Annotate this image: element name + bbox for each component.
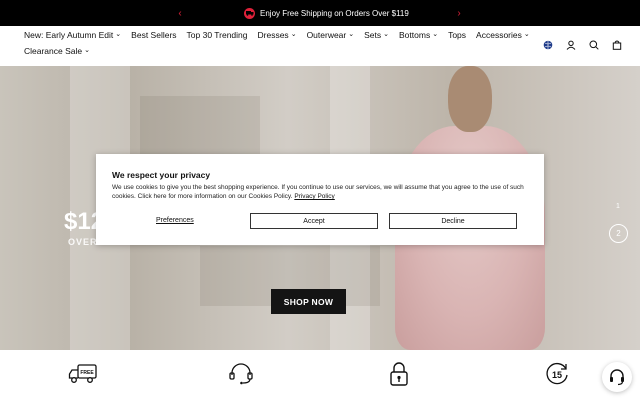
shipping-icon [244, 7, 255, 19]
announcement-message: Enjoy Free Shipping on Orders Over $119 [244, 0, 409, 26]
announcement-text: Enjoy Free Shipping on Orders Over $119 [260, 8, 409, 18]
headset-icon [610, 369, 624, 386]
cookie-preferences-link[interactable]: Preferences [156, 217, 194, 224]
privacy-policy-link[interactable]: Privacy Policy [294, 193, 334, 200]
chevron-down-icon: ⌄ [290, 31, 297, 38]
nav-item-outerwear[interactable]: Outerwear ⌄ [307, 30, 355, 40]
nav-item-new-early-autumn-edit[interactable]: New: Early Autumn Edit ⌄ [24, 30, 121, 40]
slide-indicator-1[interactable]: 1 [616, 203, 620, 210]
nav-item-sets[interactable]: Sets ⌄ [364, 30, 389, 40]
nav-item-accessories[interactable]: Accessories ⌄ [476, 30, 530, 40]
nav-menu: New: Early Autumn Edit ⌄ Best Sellers Top… [24, 30, 534, 56]
services-bar: FREE 15 [0, 350, 640, 400]
free-label: FREE [80, 370, 94, 376]
account-icon[interactable] [565, 39, 576, 50]
chevron-down-icon: ⌄ [523, 31, 530, 38]
nav-item-best-sellers[interactable]: Best Sellers [131, 30, 176, 40]
support-chat-button[interactable] [602, 362, 632, 392]
cookie-decline-button[interactable]: Decline [389, 213, 517, 229]
chevron-down-icon: ⌄ [115, 31, 122, 38]
main-navigation: New: Early Autumn Edit ⌄ Best Sellers Top… [0, 26, 640, 66]
customer-service-icon [226, 360, 256, 388]
chevron-down-icon: ⌄ [84, 47, 90, 54]
shop-now-button[interactable]: SHOP NOW [271, 289, 346, 314]
announcement-next-button[interactable]: › [449, 0, 469, 26]
slide-indicator-2[interactable]: 2 [609, 224, 628, 243]
nav-item-dresses[interactable]: Dresses ⌄ [258, 30, 297, 40]
cookie-consent-dialog: We respect your privacy We use cookies t… [96, 154, 544, 245]
chevron-down-icon: ⌄ [432, 31, 439, 38]
chevron-down-icon: ⌄ [348, 31, 355, 38]
cookie-body: We use cookies to give you the best shop… [112, 183, 532, 201]
globe-icon[interactable] [542, 39, 553, 50]
nav-item-clearance-sale[interactable]: Clearance Sale ⌄ [24, 46, 90, 56]
nav-icons [542, 39, 622, 50]
search-icon[interactable] [588, 39, 599, 50]
nav-item-tops[interactable]: Tops [448, 30, 466, 40]
chevron-down-icon: ⌄ [383, 31, 390, 38]
nav-item-bottoms[interactable]: Bottoms ⌄ [399, 30, 438, 40]
returns-icon: 15 [542, 360, 572, 388]
free-shipping-icon: FREE [68, 360, 98, 388]
nav-item-top-30-trending[interactable]: Top 30 Trending [187, 30, 248, 40]
secure-payment-icon [384, 360, 414, 388]
returns-days: 15 [552, 370, 562, 380]
announcement-prev-button[interactable]: ‹ [170, 0, 190, 26]
cart-icon[interactable] [611, 39, 622, 50]
cookie-accept-button[interactable]: Accept [250, 213, 378, 229]
announcement-bar: ‹ Enjoy Free Shipping on Orders Over $11… [0, 0, 640, 26]
cookie-title: We respect your privacy [112, 170, 211, 180]
hero-over-text: OVER [68, 237, 98, 247]
hero-model-head [448, 66, 492, 132]
